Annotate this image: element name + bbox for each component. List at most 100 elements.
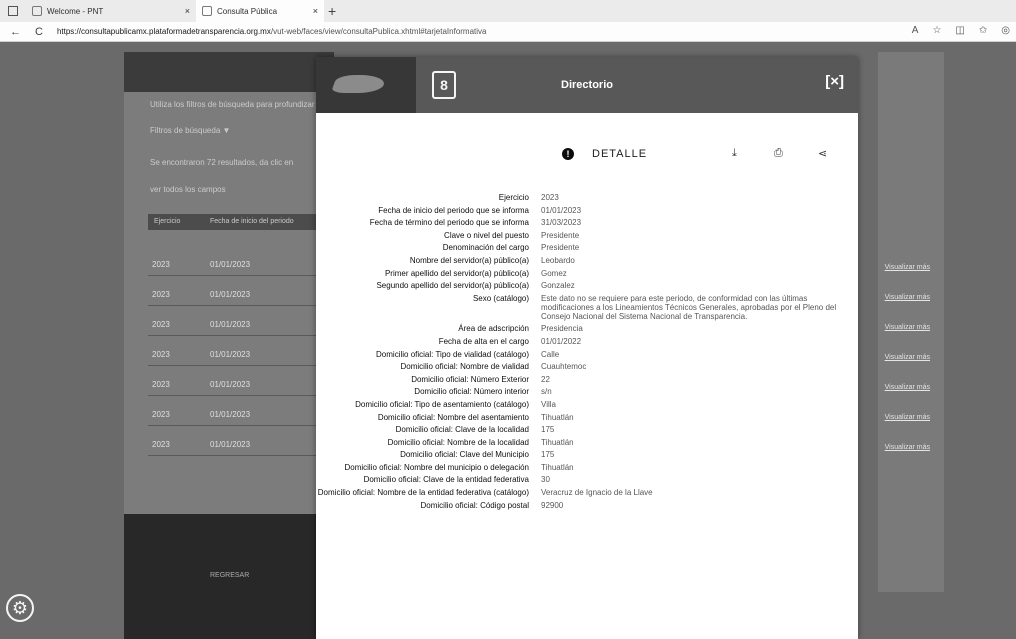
tab-favicon-icon xyxy=(32,6,42,16)
table-row[interactable]: 2023 01/01/2023 xyxy=(148,402,318,426)
detail-toolbar: ! DETALLE ⤓ ⎙ ⋖ xyxy=(316,145,858,167)
close-button[interactable]: [×] xyxy=(825,73,844,90)
field-value: Tihuatlán xyxy=(541,462,574,472)
field-value: Leobardo xyxy=(541,255,575,265)
directory-modal: 8 Directorio [×] ! DETALLE ⤓ ⎙ ⋖ Ejercic… xyxy=(316,57,858,639)
field-label: Domicilio oficial: Tipo de vialidad (cat… xyxy=(376,349,529,359)
field-value: 31/03/2023 xyxy=(541,218,582,228)
modal-header: 8 Directorio [×] xyxy=(316,57,858,113)
field-row: Denominación del cargo Presidente xyxy=(316,243,858,252)
tab-close-icon[interactable]: × xyxy=(185,6,190,16)
cell-year: 2023 xyxy=(152,290,170,299)
background-footer-link[interactable]: REGRESAR xyxy=(210,572,249,579)
field-value: Gonzalez xyxy=(541,281,575,291)
modal-title: Directorio xyxy=(561,79,613,91)
detail-link[interactable]: Visualizar más xyxy=(885,384,930,391)
reload-button[interactable]: C xyxy=(35,26,43,38)
cell-year: 2023 xyxy=(152,350,170,359)
field-row: Área de adscripción Presidencia xyxy=(316,324,858,333)
background-results-text: Se encontraron 72 resultados, da clic en xyxy=(150,158,294,167)
field-value: 01/01/2022 xyxy=(541,336,582,346)
info-icon: ! xyxy=(562,148,574,160)
cell-date: 01/01/2023 xyxy=(210,320,251,329)
field-value: Presidente xyxy=(541,230,580,240)
field-row: Domicilio oficial: Código postal 92900 xyxy=(316,501,858,510)
background-filters-label[interactable]: Filtros de búsqueda ▼ xyxy=(150,126,230,135)
field-label: Domicilio oficial: Número Exterior xyxy=(411,374,529,384)
field-row: Domicilio oficial: Tipo de asentamiento … xyxy=(316,400,858,409)
tab-close-icon[interactable]: × xyxy=(313,6,318,16)
field-row: Nombre del servidor(a) público(a) Leobard… xyxy=(316,256,858,265)
url-host: https://consultapublicamx.plataformadetr… xyxy=(56,27,271,36)
background-right-column xyxy=(878,52,944,592)
tab-title: Consulta Pública xyxy=(217,6,278,16)
field-value: Cuauhtemoc xyxy=(541,362,587,372)
field-label: Sexo (catálogo) xyxy=(472,293,529,303)
background-columns-link[interactable]: ver todos los campos xyxy=(150,185,226,194)
field-label: Domicilio oficial: Nombre de la entidad … xyxy=(317,488,529,498)
field-row: Domicilio oficial: Número Exterior 22 xyxy=(316,375,858,384)
window-menu-icon[interactable] xyxy=(8,6,18,16)
field-value: Presidencia xyxy=(541,324,583,334)
field-row: Domicilio oficial: Clave de la localidad… xyxy=(316,425,858,434)
field-row: Domicilio oficial: Tipo de vialidad (cat… xyxy=(316,350,858,359)
field-value: 175 xyxy=(541,425,555,435)
detail-link[interactable]: Visualizar más xyxy=(885,354,930,361)
field-label: Fecha de inicio del periodo que se infor… xyxy=(378,205,529,215)
field-row: Segundo apellido del servidor(a) público… xyxy=(316,281,858,290)
field-value: 01/01/2023 xyxy=(541,205,582,215)
field-row: Ejercicio 2023 xyxy=(316,193,858,202)
field-label: Domicilio oficial: Nombre del asentamien… xyxy=(377,412,529,422)
background-table-header: Ejercicio Fecha de inicio del periodo xyxy=(148,214,318,230)
new-tab-button[interactable]: + xyxy=(328,3,336,19)
field-row: Primer apellido del servidor(a) público(… xyxy=(316,269,858,278)
collections-icon[interactable]: ◎ xyxy=(1001,25,1010,36)
table-row[interactable]: 2023 01/01/2023 xyxy=(148,312,318,336)
field-label: Fecha de alta en el cargo xyxy=(438,336,529,346)
field-label: Domicilio oficial: Clave de la localidad xyxy=(395,425,529,435)
favorites-icon[interactable]: ✩ xyxy=(979,25,987,36)
accessibility-help-icon[interactable]: ⚙ xyxy=(6,594,34,622)
detail-link[interactable]: Visualizar más xyxy=(885,444,930,451)
tab-consulta-publica[interactable]: Consulta Pública × xyxy=(196,0,324,22)
field-row: Fecha de alta en el cargo 01/01/2022 xyxy=(316,337,858,346)
field-label: Domicilio oficial: Código postal xyxy=(420,500,530,510)
download-icon[interactable]: ⤓ xyxy=(732,147,737,160)
url-field[interactable]: https://consultapublicamx.plataformadetr… xyxy=(57,27,487,36)
header-cell: Ejercicio xyxy=(154,218,181,225)
detail-link[interactable]: Visualizar más xyxy=(885,324,930,331)
table-row[interactable]: 2023 01/01/2023 xyxy=(148,432,318,456)
cell-year: 2023 xyxy=(152,380,170,389)
field-row: Fecha de término del periodo que se info… xyxy=(316,218,858,227)
read-aloud-icon[interactable]: A xyxy=(912,25,919,36)
print-icon[interactable]: ⎙ xyxy=(774,147,783,160)
field-label: Domicilio oficial: Nombre de vialidad xyxy=(400,362,530,372)
field-value: Tihuatlán xyxy=(541,437,574,447)
table-row[interactable]: 2023 01/01/2023 xyxy=(148,372,318,396)
split-screen-icon[interactable]: ◫ xyxy=(955,25,964,36)
cell-year: 2023 xyxy=(152,440,170,449)
field-value: 2023 xyxy=(541,193,559,202)
browser-tools: A ☆ ◫ ✩ ◎ xyxy=(912,25,1010,36)
detail-link[interactable]: Visualizar más xyxy=(885,264,930,271)
address-bar: ← C https://consultapublicamx.plataforma… xyxy=(0,22,1016,42)
field-value: Calle xyxy=(541,349,560,359)
table-row[interactable]: 2023 01/01/2023 xyxy=(148,282,318,306)
back-button[interactable]: ← xyxy=(10,26,21,38)
table-row[interactable]: 2023 01/01/2023 xyxy=(148,252,318,276)
tab-favicon-icon xyxy=(202,6,212,16)
cell-date: 01/01/2023 xyxy=(210,410,251,419)
detail-fields: Ejercicio 2023 Fecha de inicio del period… xyxy=(316,193,858,513)
background-header xyxy=(124,52,334,92)
share-icon[interactable]: ⋖ xyxy=(818,147,827,160)
table-row[interactable]: 2023 01/01/2023 xyxy=(148,342,318,366)
field-label: Denominación del cargo xyxy=(442,243,529,253)
favorite-star-icon[interactable]: ☆ xyxy=(932,25,941,36)
detail-link[interactable]: Visualizar más xyxy=(885,294,930,301)
tab-welcome[interactable]: Welcome - PNT × xyxy=(26,0,196,22)
field-row: Domicilio oficial: Nombre del asentamien… xyxy=(316,413,858,422)
detail-link[interactable]: Visualizar más xyxy=(885,414,930,421)
field-row: Domicilio oficial: Número interior s/n xyxy=(316,387,858,396)
cell-date: 01/01/2023 xyxy=(210,260,251,269)
field-label: Segundo apellido del servidor(a) público… xyxy=(376,281,529,291)
